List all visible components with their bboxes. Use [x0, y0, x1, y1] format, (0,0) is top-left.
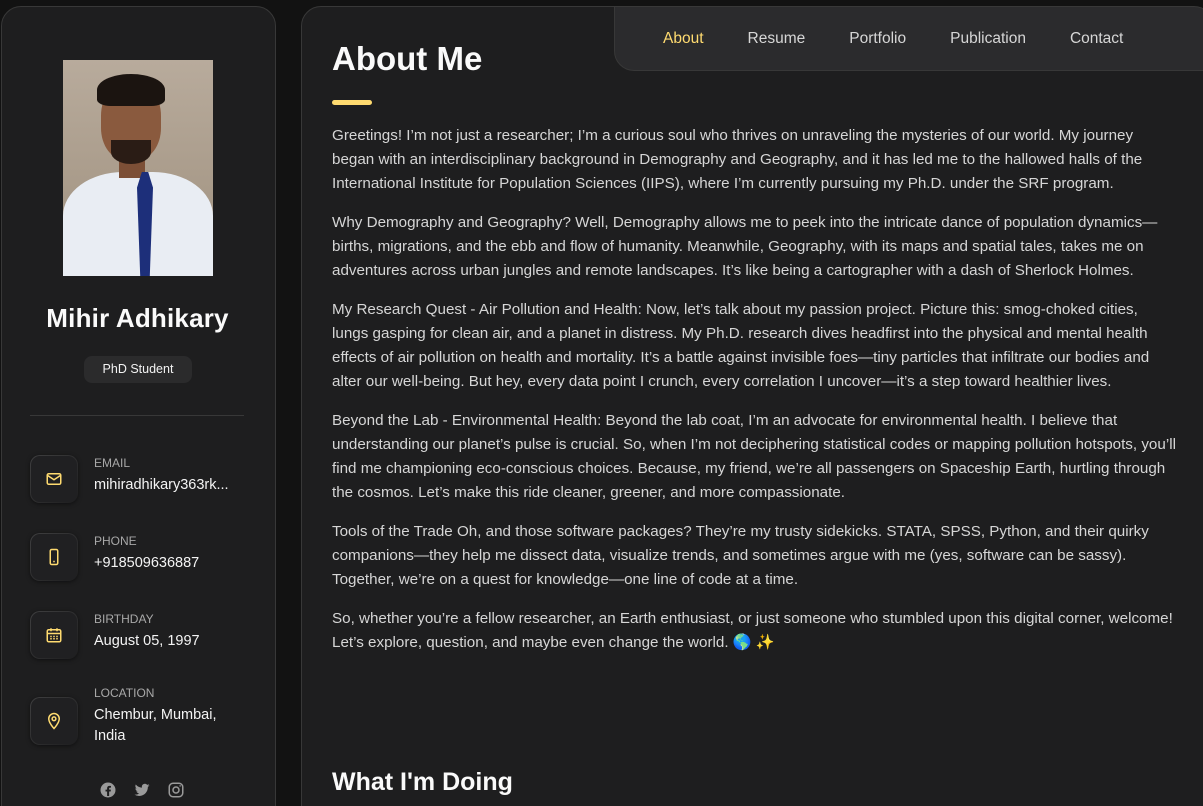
nav-contact[interactable]: Contact: [1070, 30, 1123, 48]
role-badge: PhD Student: [84, 356, 192, 383]
about-paragraph: Beyond the Lab - Environmental Health: B…: [332, 412, 1176, 501]
about-paragraph: Tools of the Trade Oh, and those softwar…: [332, 523, 1149, 588]
social-links: [99, 781, 185, 799]
about-paragraph: Why Demography and Geography? Well, Demo…: [332, 214, 1158, 279]
contact-label: BIRTHDAY: [94, 612, 154, 626]
about-paragraph: Greetings! I’m not just a researcher; I’…: [332, 127, 1143, 192]
about-paragraph: So, whether you’re a fellow researcher, …: [332, 610, 1173, 651]
twitter-icon[interactable]: [133, 781, 151, 799]
contact-birthday: BIRTHDAY August 05, 1997: [30, 611, 260, 663]
birthday-value: August 05, 1997: [94, 633, 200, 649]
nav-portfolio[interactable]: Portfolio: [849, 30, 906, 48]
avatar: [63, 60, 213, 276]
contact-location: LOCATION Chembur, Mumbai, India: [30, 685, 260, 755]
section-title: What I'm Doing: [332, 768, 513, 796]
email-link[interactable]: mihiradhikary363rk...: [94, 475, 244, 496]
contact-label: EMAIL: [94, 456, 131, 470]
nav-publication[interactable]: Publication: [950, 30, 1026, 48]
page-title: About Me: [332, 40, 483, 77]
sidebar-divider: [30, 415, 244, 416]
title-underline: [332, 100, 372, 105]
about-text: Greetings! I’m not just a researcher; I’…: [332, 124, 1177, 670]
nav-about[interactable]: About: [663, 30, 704, 48]
contact-label: PHONE: [94, 534, 137, 548]
facebook-icon[interactable]: [99, 781, 117, 799]
location-value: Chembur, Mumbai, India: [94, 707, 217, 744]
nav-resume[interactable]: Resume: [748, 30, 806, 48]
calendar-icon: [30, 611, 78, 659]
phone-link[interactable]: +918509636887: [94, 553, 244, 574]
contact-label: LOCATION: [94, 686, 155, 700]
navbar: About Resume Portfolio Publication Conta…: [614, 6, 1203, 71]
mail-icon: [30, 455, 78, 503]
location-pin-icon: [30, 697, 78, 745]
profile-name: Mihir Adhikary: [46, 303, 229, 333]
about-paragraph: My Research Quest - Air Pollution and He…: [332, 301, 1150, 390]
phone-icon: [30, 533, 78, 581]
contact-email: EMAIL mihiradhikary363rk...: [30, 455, 260, 507]
instagram-icon[interactable]: [167, 781, 185, 799]
contact-phone: PHONE +918509636887: [30, 533, 260, 585]
